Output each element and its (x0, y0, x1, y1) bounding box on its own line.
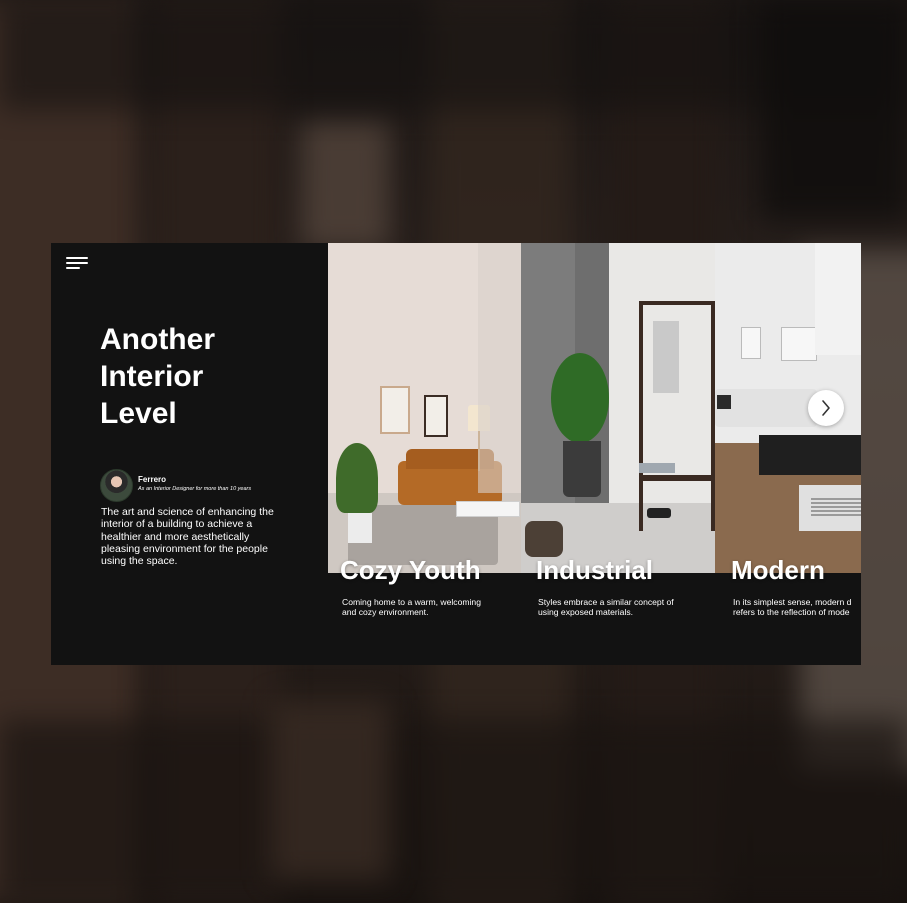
style-caption: In its simplest sense, modern d refers t… (733, 597, 851, 617)
description-line: interior of a building to achieve a (101, 518, 253, 531)
industrial-photo (521, 243, 715, 573)
hero-description: The art and science of enhancing the int… (101, 506, 301, 567)
chevron-right-icon (822, 400, 830, 416)
author-block: Ferrero As an Interior Designer for more… (100, 469, 320, 502)
style-card-cozy-youth[interactable]: Cozy Youth Coming home to a warm, welcom… (328, 243, 521, 665)
hero-title: Another Interior Level (100, 321, 300, 432)
style-card-industrial[interactable]: Industrial Styles embrace a similar conc… (521, 243, 715, 665)
style-title: Cozy Youth (340, 555, 481, 585)
author-role: As an Interior Designer for more than 10… (138, 486, 252, 492)
description-line: pleasing environment for the people (101, 542, 268, 555)
carousel-next-button[interactable] (808, 390, 844, 426)
description-line: using the space. (101, 555, 178, 568)
style-title: Industrial (536, 555, 654, 585)
style-caption: Styles embrace a similar concept of usin… (538, 597, 674, 617)
hero-title-line3: Level (100, 397, 177, 430)
caption-line: using exposed materials. (538, 607, 634, 617)
caption-line: Coming home to a warm, welcoming (342, 597, 481, 607)
hero-card: Another Interior Level Ferrero As an Int… (51, 243, 861, 665)
caption-line: refers to the reflection of mode (733, 607, 850, 617)
style-caption: Coming home to a warm, welcoming and coz… (342, 597, 481, 617)
description-line: healthier and more aesthetically (101, 530, 250, 543)
description-line: The art and science of enhancing the (101, 506, 274, 518)
caption-line: In its simplest sense, modern d (733, 597, 852, 607)
cozy-youth-photo (328, 243, 521, 573)
style-title: Modern (731, 555, 825, 585)
hero-title-line2: Interior (100, 360, 204, 393)
caption-line: and cozy environment. (342, 607, 429, 617)
caption-line: Styles embrace a similar concept of (538, 597, 674, 607)
avatar (100, 469, 133, 502)
hero-title-line1: Another (100, 323, 215, 356)
style-card-modern[interactable]: Modern In its simplest sense, modern d r… (715, 243, 861, 665)
author-name: Ferrero (138, 475, 167, 484)
menu-icon[interactable] (66, 257, 88, 271)
